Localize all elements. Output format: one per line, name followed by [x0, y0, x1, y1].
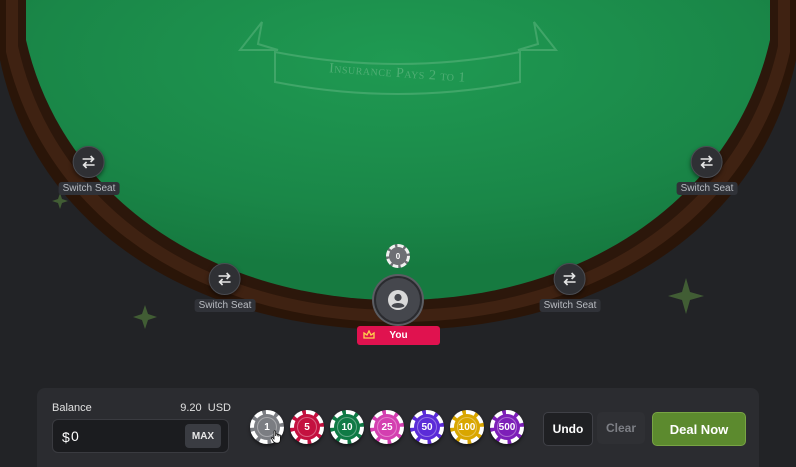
seat-label: Switch Seat — [676, 182, 738, 195]
switch-seat-button[interactable] — [73, 146, 105, 178]
chip-5[interactable]: 5 — [290, 410, 324, 444]
switch-seat-button[interactable] — [209, 263, 241, 295]
chip-50[interactable]: 50 — [410, 410, 444, 444]
chip-label: 100 — [457, 417, 477, 437]
switch-icon — [82, 155, 96, 169]
chip-label: 25 — [377, 417, 397, 437]
player-name: You — [389, 330, 408, 341]
switch-icon — [700, 155, 714, 169]
seat-right-lower[interactable]: Switch Seat — [539, 263, 601, 312]
chip-label: 50 — [417, 417, 437, 437]
seat-left-upper[interactable]: Switch Seat — [58, 146, 120, 195]
chip-500[interactable]: 500 — [490, 410, 524, 444]
max-bet-button[interactable]: MAX — [185, 424, 221, 448]
betting-panel: Balance 9.20 USD $ 2x MAX 1 5 10 25 50 1… — [37, 388, 759, 467]
seat-label: Switch Seat — [539, 299, 601, 312]
seat-label: Switch Seat — [194, 299, 256, 312]
clear-button[interactable]: Clear — [597, 412, 645, 444]
seat-label: Switch Seat — [58, 182, 120, 195]
bet-amount-input[interactable] — [62, 420, 158, 452]
seat-left-lower[interactable]: Switch Seat — [194, 263, 256, 312]
undo-button[interactable]: Undo — [543, 412, 593, 446]
switch-icon — [218, 272, 232, 286]
player-bet-chip[interactable]: 0 — [386, 244, 410, 268]
chip-label: 10 — [337, 417, 357, 437]
switch-seat-button[interactable] — [554, 263, 586, 295]
balance-value: 9.20 USD — [180, 402, 231, 414]
user-icon — [388, 290, 408, 310]
chip-label: 500 — [497, 417, 517, 437]
chip-25[interactable]: 25 — [370, 410, 404, 444]
seat-right-upper[interactable]: Switch Seat — [676, 146, 738, 195]
chip-label: 5 — [297, 417, 317, 437]
hand-cursor-icon — [271, 430, 281, 444]
chip-10[interactable]: 10 — [330, 410, 364, 444]
deal-now-button[interactable]: Deal Now — [652, 412, 746, 446]
chip-100[interactable]: 100 — [450, 410, 484, 444]
insurance-label: Insurance Pays 2 to 1 — [328, 61, 467, 86]
crown-icon — [363, 330, 375, 339]
balance-label: Balance — [52, 402, 92, 414]
switch-seat-button[interactable] — [691, 146, 723, 178]
player-avatar[interactable] — [374, 276, 422, 324]
player-name-tag: You — [357, 326, 440, 345]
switch-icon — [563, 272, 577, 286]
